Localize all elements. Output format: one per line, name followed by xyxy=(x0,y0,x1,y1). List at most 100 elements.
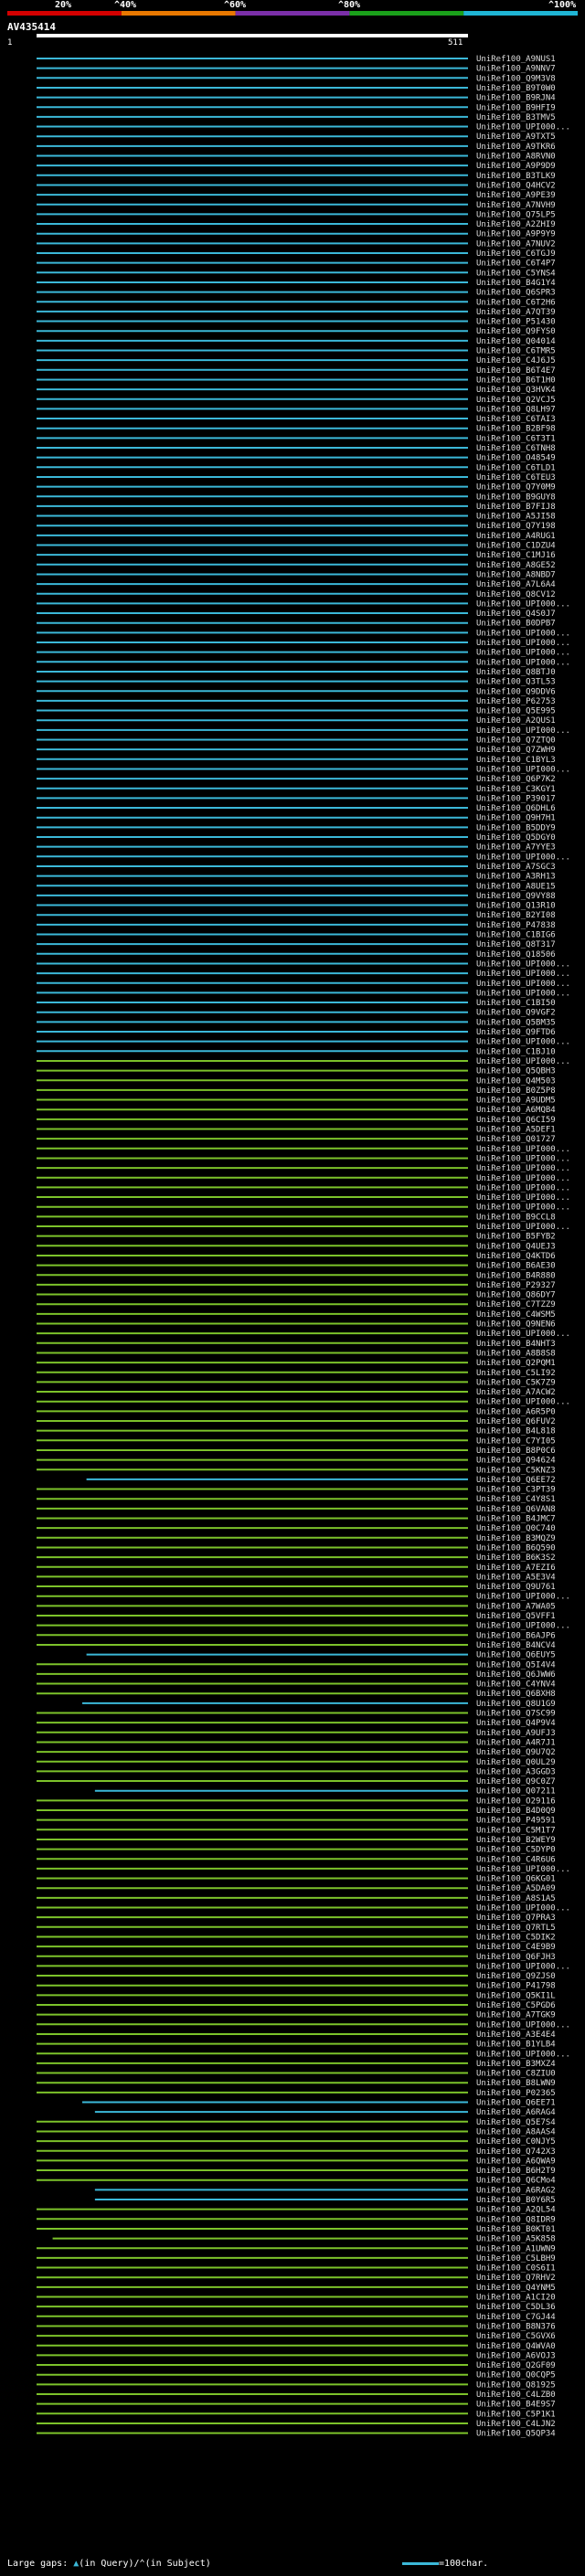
hit-label: UniRef100_A5DA09 xyxy=(476,1884,556,1893)
legend-scale-text: =100char. xyxy=(439,2559,489,2569)
hit-label: UniRef100_B4NHT3 xyxy=(476,1340,556,1349)
hit-label: UniRef100_UPI000... xyxy=(476,1193,570,1203)
hit-label: UniRef100_UPI000... xyxy=(476,1057,570,1066)
hit-label: UniRef100_Q9DDV6 xyxy=(476,687,556,696)
hit-label: UniRef100_Q742X3 xyxy=(476,2147,556,2157)
hit-label: UniRef100_Q6SPR3 xyxy=(476,289,556,298)
hit-label: UniRef100_A7NUV2 xyxy=(476,239,556,249)
hit-label: UniRef100_B3TLK9 xyxy=(476,172,556,181)
hit-label: UniRef100_A5DEF1 xyxy=(476,1126,556,1135)
hit-label: UniRef100_B6K3S2 xyxy=(476,1553,556,1563)
hit-label: UniRef100_UPI000... xyxy=(476,1203,570,1213)
hit-label: UniRef100_Q6VAN8 xyxy=(476,1505,556,1514)
hit-label: UniRef100_A7EZI6 xyxy=(476,1564,556,1573)
hit-label: UniRef100_A9TKR6 xyxy=(476,143,556,152)
legend-large-gaps-label: Large gaps: xyxy=(7,2559,69,2569)
hit-label: UniRef100_UPI000... xyxy=(476,2050,570,2059)
hit-label: UniRef100_B8P0C6 xyxy=(476,1447,556,1456)
hit-label: UniRef100_B3MXZ4 xyxy=(476,2060,556,2069)
hit-label: UniRef100_UPI000... xyxy=(476,1330,570,1339)
hit-label: UniRef100_C5DIK2 xyxy=(476,1933,556,1942)
hit-label: UniRef100_Q5QBH3 xyxy=(476,1067,556,1076)
hit-label: UniRef100_A3GGD3 xyxy=(476,1767,556,1776)
hit-label: UniRef100_Q4UEJ3 xyxy=(476,1242,556,1251)
hit-label: UniRef100_Q8U1G9 xyxy=(476,1700,556,1709)
hit-label: UniRef100_Q6BXH8 xyxy=(476,1690,556,1699)
hit-label: UniRef100_A1CI20 xyxy=(476,2294,556,2303)
hit-label: UniRef100_A9NUS1 xyxy=(476,55,556,64)
hit-label: UniRef100_Q9NEN6 xyxy=(476,1320,556,1330)
scale-label-40: ^40% xyxy=(114,0,137,10)
hit-label: UniRef100_A7L6A4 xyxy=(476,580,556,589)
hit-label: UniRef100_UPI000... xyxy=(476,1865,570,1874)
hit-label: UniRef100_B0Z5P8 xyxy=(476,1087,556,1096)
hit-label: UniRef100_A8B8S8 xyxy=(476,1349,556,1358)
hit-label: UniRef100_A5E3V4 xyxy=(476,1573,556,1582)
hit-label: UniRef100_C6TNH8 xyxy=(476,444,556,453)
hit-label: UniRef100_C6TAI3 xyxy=(476,415,556,424)
hit-label: UniRef100_C5YNS4 xyxy=(476,269,556,278)
hit-label: UniRef100_B6T4E7 xyxy=(476,366,556,376)
hit-label: UniRef100_Q5E7S4 xyxy=(476,2118,556,2127)
hit-label: UniRef100_Q2GF09 xyxy=(476,2361,556,2370)
hit-label: UniRef100_A8AAS4 xyxy=(476,2127,556,2136)
hit-label: UniRef100_Q6EUY5 xyxy=(476,1651,556,1660)
hit-label: UniRef100_UPI000... xyxy=(476,1962,570,1971)
legend-in-query: (in Query) xyxy=(79,2559,134,2569)
hit-label: UniRef100_B8N376 xyxy=(476,2322,556,2331)
identity-band xyxy=(463,11,578,16)
hit-label: UniRef100_UPI000... xyxy=(476,1164,570,1173)
hit-label: UniRef100_B4JMC7 xyxy=(476,1515,556,1524)
hit-label: UniRef100_C4J6J5 xyxy=(476,356,556,366)
hit-label: UniRef100_Q13R10 xyxy=(476,902,556,911)
hit-label: UniRef100_B6H2T9 xyxy=(476,2167,556,2176)
hit-label: UniRef100_C4LZB0 xyxy=(476,2390,556,2400)
hit-label: UniRef100_A8S1A5 xyxy=(476,1894,556,1903)
hit-label: UniRef100_P41798 xyxy=(476,1982,556,1991)
hit-label: UniRef100_UPI000... xyxy=(476,1398,570,1407)
hit-label: UniRef100_B0Y6R5 xyxy=(476,2196,556,2205)
hit-label: UniRef100_A9P9Y9 xyxy=(476,230,556,239)
hit-label: UniRef100_P29327 xyxy=(476,1281,556,1290)
hit-label: UniRef100_B6AE30 xyxy=(476,1262,556,1271)
hit-label: UniRef100_A7NVH9 xyxy=(476,201,556,210)
hit-label: UniRef100_A9UDM5 xyxy=(476,1097,556,1106)
hit-label: UniRef100_C7TZZ9 xyxy=(476,1300,556,1309)
hit-label: UniRef100_C4LJN2 xyxy=(476,2420,556,2429)
hit-label: UniRef100_C1BI50 xyxy=(476,999,556,1008)
hit-label: UniRef100_Q8IDR9 xyxy=(476,2215,556,2224)
hit-label: UniRef100_Q2PQM1 xyxy=(476,1359,556,1368)
hit-label: UniRef100_Q2VCJ5 xyxy=(476,396,556,405)
hit-label: UniRef100_Q86DY7 xyxy=(476,1291,556,1300)
hit-label: UniRef100_A2QUS1 xyxy=(476,716,556,726)
hit-label: UniRef100_C5DL36 xyxy=(476,2303,556,2312)
hit-label: UniRef100_C5LI92 xyxy=(476,1369,556,1378)
hit-label: UniRef100_UPI000... xyxy=(476,980,570,989)
hit-label: UniRef100_UPI000... xyxy=(476,123,570,133)
hit-label: UniRef100_B6AJP6 xyxy=(476,1631,556,1640)
hit-label: UniRef100_Q9U761 xyxy=(476,1583,556,1592)
hit-label: UniRef100_Q7Y198 xyxy=(476,522,556,531)
hit-label: UniRef100_B9GUY8 xyxy=(476,493,556,502)
hit-label: UniRef100_C8ZIU0 xyxy=(476,2070,556,2079)
hit-label: UniRef100_C6T3T1 xyxy=(476,434,556,443)
hit-label: UniRef100_Q9FTD6 xyxy=(476,1028,556,1037)
hit-label: UniRef100_B1YLB4 xyxy=(476,2041,556,2050)
hit-label: UniRef100_Q5DGY0 xyxy=(476,833,556,843)
hit-label: UniRef100_UPI000... xyxy=(476,1593,570,1602)
hit-label: UniRef100_B5DDY9 xyxy=(476,823,556,832)
hit-label: UniRef100_UPI000... xyxy=(476,599,570,609)
hit-label: UniRef100_A6RAG2 xyxy=(476,2186,556,2195)
hit-label: UniRef100_Q6FJH3 xyxy=(476,1953,556,1962)
hit-label: UniRef100_A9PE39 xyxy=(476,191,556,200)
hit-label: UniRef100_UPI000... xyxy=(476,970,570,979)
hit-label: UniRef100_C6TLD1 xyxy=(476,463,556,472)
hit-label: UniRef100_B2WEY9 xyxy=(476,1836,556,1845)
hit-label: UniRef100_B4D0Q9 xyxy=(476,1807,556,1816)
hit-label: UniRef100_C1BYL3 xyxy=(476,756,556,765)
legend-scale: =100char. xyxy=(402,2559,488,2570)
hit-label: UniRef100_Q8T317 xyxy=(476,940,556,949)
query-id: AV435414 xyxy=(7,21,56,33)
hit-label: UniRef100_A7WA05 xyxy=(476,1602,556,1611)
hit-label: UniRef100_P02365 xyxy=(476,2089,556,2098)
